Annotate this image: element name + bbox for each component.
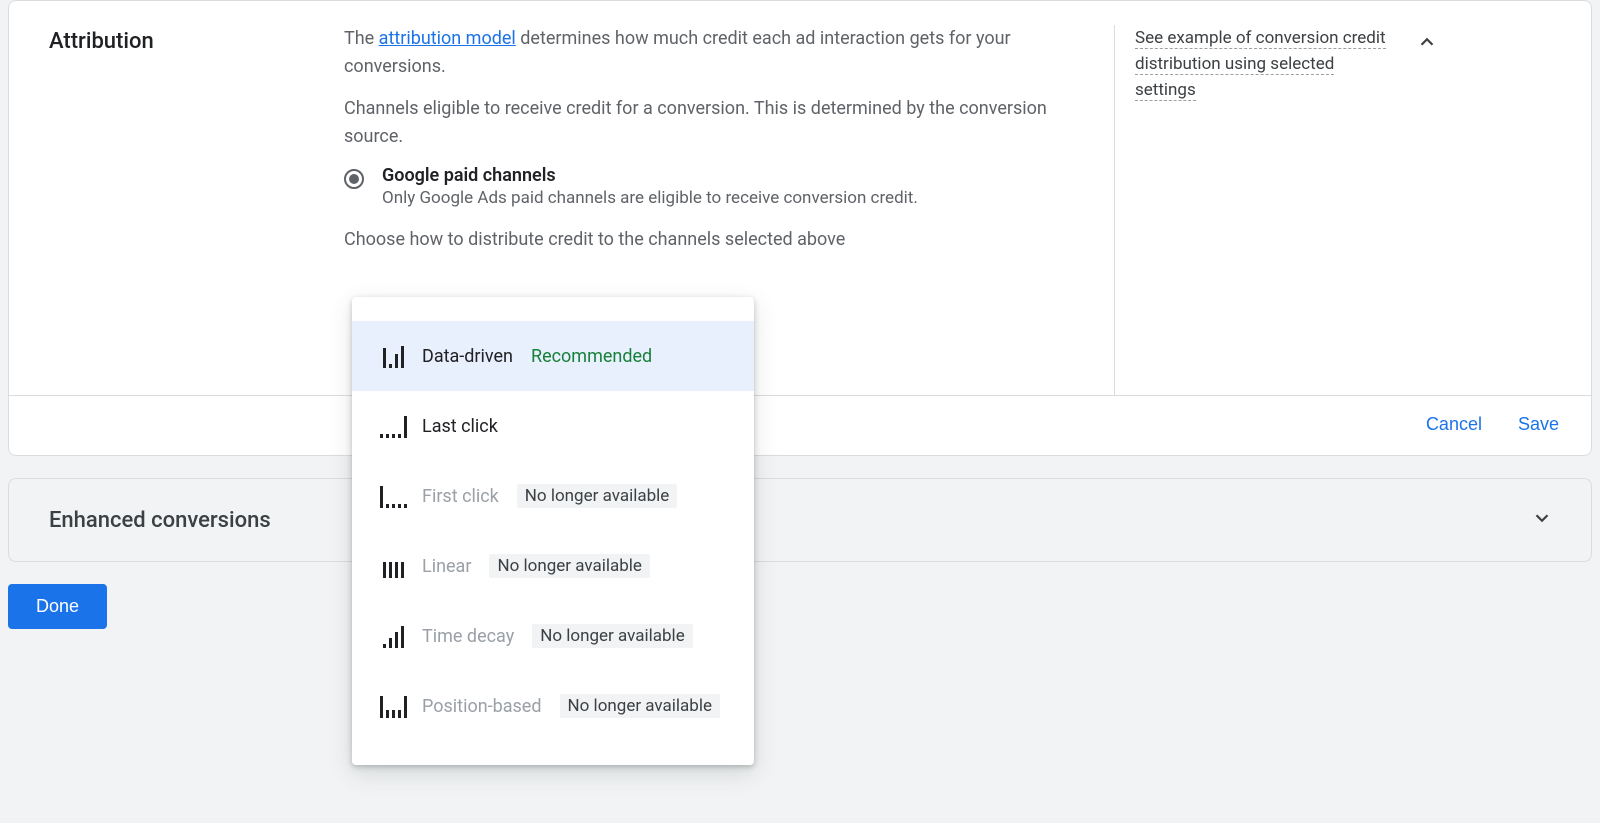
radio-label-sub: Only Google Ads paid channels are eligib… xyxy=(382,188,918,208)
attribution-model-link[interactable]: attribution model xyxy=(379,28,516,49)
menu-item-data-driven[interactable]: Data-driven Recommended xyxy=(352,321,754,391)
attribution-card: Attribution The attribution model determ… xyxy=(8,0,1592,456)
unavailable-badge: No longer available xyxy=(489,554,649,578)
section-title-enhanced: Enhanced conversions xyxy=(49,508,344,533)
chevron-up-icon xyxy=(1416,31,1438,53)
cancel-button[interactable]: Cancel xyxy=(1426,414,1482,435)
menu-item-label: Data-driven xyxy=(422,346,513,367)
radio-label-block: Google paid channels Only Google Ads pai… xyxy=(382,165,918,208)
google-paid-channels-radio[interactable]: Google paid channels Only Google Ads pai… xyxy=(344,165,1094,208)
bars-position-based-icon xyxy=(378,694,408,718)
radio-label-main: Google paid channels xyxy=(382,165,918,186)
chevron-down-icon xyxy=(1531,507,1553,529)
enhanced-conversions-card[interactable]: Enhanced conversions Managed through Goo… xyxy=(8,478,1592,562)
text: The xyxy=(344,28,379,49)
menu-item-last-click[interactable]: Last click xyxy=(352,391,754,461)
menu-item-position-based[interactable]: Position-based No longer available xyxy=(352,671,754,741)
unavailable-badge: No longer available xyxy=(517,484,677,508)
done-button[interactable]: Done xyxy=(8,584,107,629)
attribution-card-body: Attribution The attribution model determ… xyxy=(9,1,1591,395)
menu-item-label: Position-based xyxy=(422,696,542,717)
menu-item-first-click[interactable]: First click No longer available xyxy=(352,461,754,531)
bars-data-driven-icon xyxy=(378,344,408,368)
collapse-section-button[interactable] xyxy=(1410,25,1444,59)
menu-item-linear[interactable]: Linear No longer available xyxy=(352,531,754,601)
menu-item-label: Last click xyxy=(422,416,498,437)
recommended-badge: Recommended xyxy=(531,346,652,367)
bars-first-click-icon xyxy=(378,484,408,508)
attribution-model-menu: Data-driven Recommended Last click First… xyxy=(352,297,754,765)
radio-icon xyxy=(344,169,364,189)
bars-linear-icon xyxy=(378,554,408,578)
card-actions: Cancel Save xyxy=(9,395,1591,455)
attribution-desc: The attribution model determines how muc… xyxy=(344,25,1094,81)
section-title-attribution: Attribution xyxy=(49,25,344,54)
expand-section-button[interactable] xyxy=(1525,501,1559,539)
menu-item-time-decay[interactable]: Time decay No longer available xyxy=(352,601,754,671)
attribution-body: The attribution model determines how muc… xyxy=(344,25,1114,268)
bars-last-click-icon xyxy=(378,414,408,438)
distribute-credit-label: Choose how to distribute credit to the c… xyxy=(344,226,1094,254)
attribution-side-column: See example of conversion credit distrib… xyxy=(1114,25,1444,395)
unavailable-badge: No longer available xyxy=(532,624,692,648)
see-example-link[interactable]: See example of conversion credit distrib… xyxy=(1135,28,1386,101)
channels-desc: Channels eligible to receive credit for … xyxy=(344,95,1094,151)
unavailable-badge: No longer available xyxy=(560,694,720,718)
menu-item-label: First click xyxy=(422,486,499,507)
menu-item-label: Linear xyxy=(422,556,471,577)
bars-time-decay-icon xyxy=(378,624,408,648)
save-button[interactable]: Save xyxy=(1518,414,1559,435)
menu-item-label: Time decay xyxy=(422,626,514,647)
